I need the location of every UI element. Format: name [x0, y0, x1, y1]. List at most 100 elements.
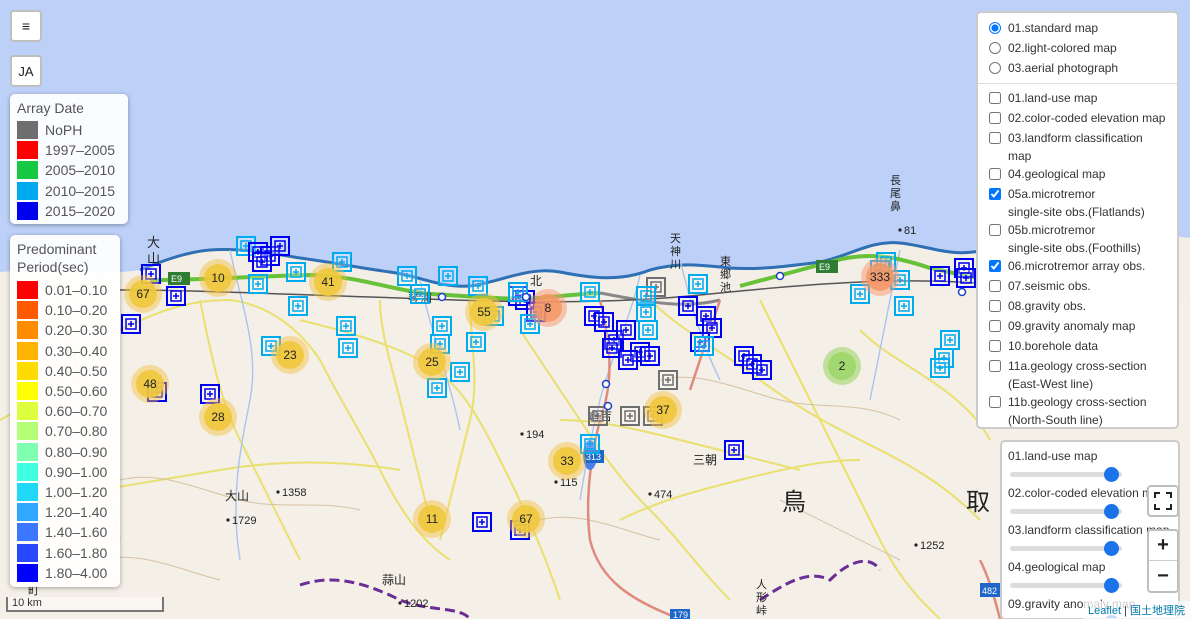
marker-cluster[interactable]: 41	[309, 263, 347, 301]
overlay-layer-item[interactable]: 03.landform classification map	[986, 129, 1169, 165]
overlay-layer-checkbox[interactable]	[989, 360, 1001, 372]
overlay-layer-item[interactable]: 04.geological map	[986, 165, 1169, 185]
observation-marker[interactable]	[427, 378, 447, 398]
observation-marker[interactable]	[638, 320, 658, 340]
overlay-layer-checkbox[interactable]	[989, 260, 1001, 272]
observation-marker[interactable]	[121, 314, 141, 334]
observation-marker[interactable]	[438, 266, 458, 286]
zoom-out-button[interactable]: −	[1149, 561, 1177, 591]
observation-marker[interactable]	[466, 332, 486, 352]
observation-marker[interactable]	[397, 266, 417, 286]
overlay-layer-item[interactable]: 07.seismic obs.	[986, 277, 1169, 297]
observation-marker[interactable]	[450, 362, 470, 382]
opacity-slider-knob[interactable]	[1103, 467, 1119, 482]
observation-marker[interactable]	[636, 286, 656, 306]
observation-marker[interactable]	[956, 268, 976, 288]
overlay-layer-item[interactable]: 09.gravity anomaly map	[986, 317, 1169, 337]
observation-marker[interactable]	[694, 336, 714, 356]
observation-marker[interactable]	[270, 236, 290, 256]
map-view[interactable]: E9E9313179482 大山長尾鼻天神川東郷池北琴浦倉吉三朝大山蒜山鳥取人形…	[0, 0, 1190, 619]
observation-marker[interactable]	[472, 512, 492, 532]
observation-marker[interactable]	[468, 276, 488, 296]
overlay-layer-checkbox[interactable]	[989, 132, 1001, 144]
overlay-layer-item[interactable]: 06.microtremor array obs.	[986, 257, 1169, 277]
opacity-slider-knob[interactable]	[1103, 504, 1119, 519]
observation-marker[interactable]	[580, 434, 600, 454]
base-layer-radio[interactable]	[989, 22, 1001, 34]
observation-marker[interactable]	[432, 316, 452, 336]
marker-cluster[interactable]: 67	[507, 500, 545, 538]
base-layer-item[interactable]: 02.light-colored map	[986, 39, 1169, 59]
observation-marker[interactable]	[930, 358, 950, 378]
marker-cluster[interactable]: 11	[413, 500, 451, 538]
overlay-layer-item[interactable]: 02.color-coded elevation map	[986, 109, 1169, 129]
overlay-layer-checkbox[interactable]	[989, 112, 1001, 124]
marker-cluster[interactable]: 37	[644, 391, 682, 429]
opacity-slider[interactable]	[1010, 578, 1122, 593]
overlay-layer-checkbox[interactable]	[989, 340, 1001, 352]
marker-cluster[interactable]: 2	[823, 347, 861, 385]
observation-marker[interactable]	[618, 350, 638, 370]
opacity-slider[interactable]	[1010, 541, 1122, 556]
overlay-layer-checkbox[interactable]	[989, 188, 1001, 200]
overlay-layer-checkbox[interactable]	[989, 224, 1001, 236]
observation-marker[interactable]	[930, 266, 950, 286]
marker-cluster[interactable]: 10	[199, 259, 237, 297]
observation-marker[interactable]	[288, 296, 308, 316]
overlay-layer-checkbox[interactable]	[989, 320, 1001, 332]
base-layer-radio[interactable]	[989, 42, 1001, 54]
base-layer-item[interactable]: 01.standard map	[986, 19, 1169, 39]
observation-marker[interactable]	[658, 370, 678, 390]
base-layer-item[interactable]: 03.aerial photograph	[986, 59, 1169, 79]
observation-marker[interactable]	[580, 282, 600, 302]
overlay-layer-checkbox[interactable]	[989, 92, 1001, 104]
base-layer-radio[interactable]	[989, 62, 1001, 74]
gsi-link[interactable]: 国土地理院	[1130, 605, 1185, 617]
overlay-layer-item[interactable]: 11b.geology cross-section (North-South li…	[986, 393, 1169, 427]
marker-cluster[interactable]: 23	[271, 336, 309, 374]
observation-marker[interactable]	[252, 252, 272, 272]
marker-cluster[interactable]: 28	[199, 398, 237, 436]
observation-marker[interactable]	[640, 346, 660, 366]
marker-cluster[interactable]: 33	[548, 442, 586, 480]
opacity-slider[interactable]	[1010, 467, 1122, 482]
observation-marker[interactable]	[410, 284, 430, 304]
overlay-layer-checkbox[interactable]	[989, 396, 1001, 408]
observation-marker[interactable]	[620, 406, 640, 426]
marker-cluster[interactable]: 55	[465, 293, 503, 331]
observation-marker[interactable]	[688, 274, 708, 294]
marker-cluster[interactable]: 67	[124, 275, 162, 313]
observation-marker[interactable]	[752, 360, 772, 380]
observation-marker[interactable]	[894, 296, 914, 316]
marker-cluster[interactable]: 333	[861, 258, 899, 296]
overlay-layer-item[interactable]: 10.borehole data	[986, 337, 1169, 357]
overlay-layer-item[interactable]: 08.gravity obs.	[986, 297, 1169, 317]
marker-cluster[interactable]: 8	[529, 289, 567, 327]
observation-marker[interactable]	[336, 316, 356, 336]
zoom-in-button[interactable]: +	[1149, 531, 1177, 561]
overlay-layer-checkbox[interactable]	[989, 280, 1001, 292]
overlay-layer-item[interactable]: 05a.microtremor single-site obs.(Flatland…	[986, 185, 1169, 221]
overlay-layer-item[interactable]: 05b.microtremor single-site obs.(Foothill…	[986, 221, 1169, 257]
observation-marker[interactable]	[588, 406, 608, 426]
overlay-layer-checkbox[interactable]	[989, 300, 1001, 312]
observation-marker[interactable]	[166, 286, 186, 306]
observation-marker[interactable]	[338, 338, 358, 358]
observation-marker[interactable]	[286, 262, 306, 282]
opacity-slider[interactable]	[1010, 504, 1122, 519]
observation-marker[interactable]	[248, 274, 268, 294]
overlay-layer-checkbox[interactable]	[989, 168, 1001, 180]
opacity-slider-knob[interactable]	[1103, 541, 1119, 556]
marker-cluster[interactable]: 25	[413, 343, 451, 381]
overlay-layer-item[interactable]: 11a.geology cross-section (East-West line…	[986, 357, 1169, 393]
leaflet-link[interactable]: Leaflet	[1088, 605, 1121, 617]
observation-marker[interactable]	[940, 330, 960, 350]
menu-button[interactable]: ≡	[10, 10, 42, 42]
opacity-slider-knob[interactable]	[1103, 578, 1119, 593]
fullscreen-button[interactable]	[1147, 485, 1179, 517]
language-button[interactable]: JA	[10, 55, 42, 87]
observation-marker[interactable]	[724, 440, 744, 460]
observation-marker[interactable]	[678, 296, 698, 316]
overlay-layer-item[interactable]: 01.land-use map	[986, 89, 1169, 109]
marker-cluster[interactable]: 48	[131, 365, 169, 403]
